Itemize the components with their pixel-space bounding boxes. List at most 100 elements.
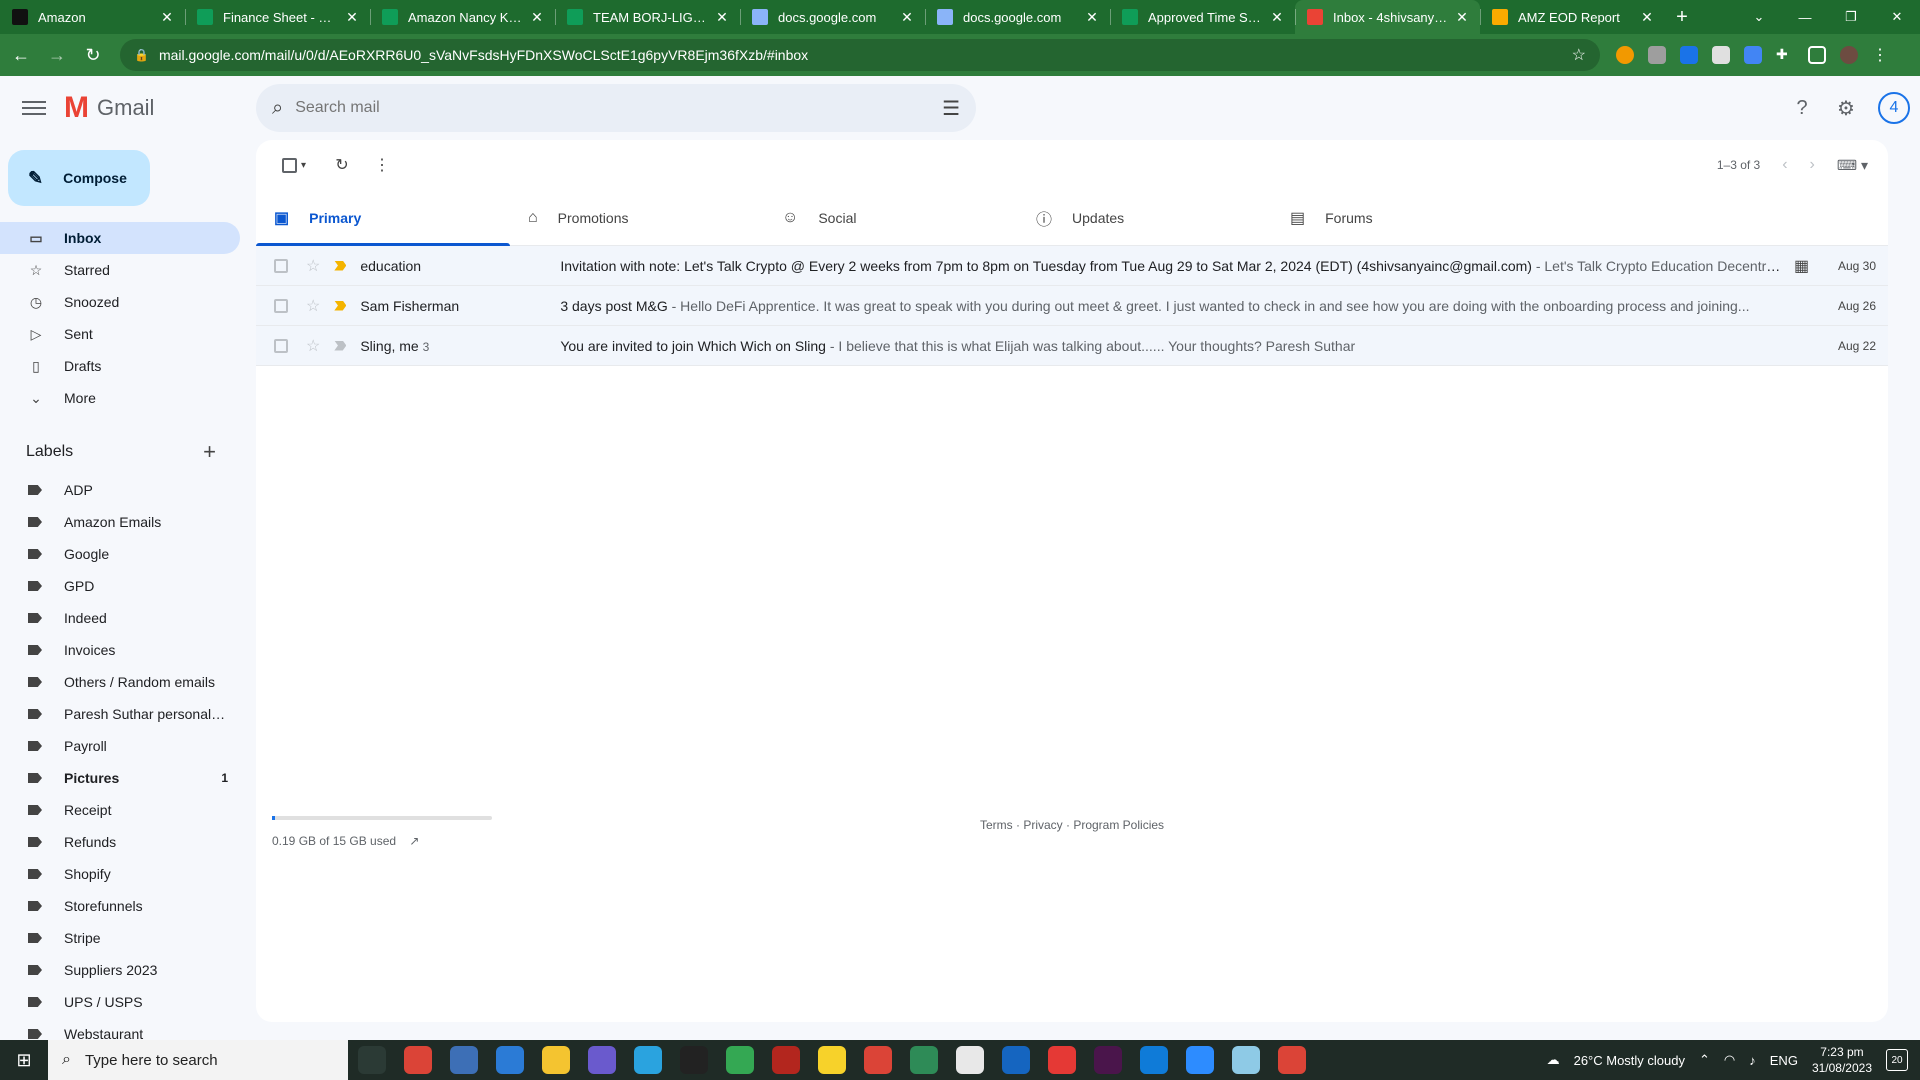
compose-button[interactable]: ✎ Compose xyxy=(8,150,150,206)
amazon-app-icon[interactable] xyxy=(680,1046,708,1074)
label-item[interactable]: ADP xyxy=(0,474,240,506)
minimize-button[interactable]: — xyxy=(1782,0,1828,34)
label-item[interactable]: Storefunnels xyxy=(0,890,240,922)
extension-icon[interactable] xyxy=(1712,46,1730,64)
label-item[interactable]: Indeed xyxy=(0,602,240,634)
sidebar-item-more[interactable]: ⌄ More xyxy=(0,382,240,414)
address-bar[interactable]: 🔒 mail.google.com/mail/u/0/d/AEoRXRR6U0_… xyxy=(120,39,1600,71)
notepad-icon[interactable] xyxy=(1232,1046,1260,1074)
browser-tab[interactable]: docs.google.com ✕ xyxy=(740,0,925,34)
close-tab-icon[interactable]: ✕ xyxy=(1639,9,1655,26)
browser-tab[interactable]: docs.google.com ✕ xyxy=(925,0,1110,34)
main-menu-icon[interactable] xyxy=(22,96,46,120)
importance-marker-icon[interactable] xyxy=(334,300,347,311)
close-tab-icon[interactable]: ✕ xyxy=(1269,9,1285,26)
slack-icon[interactable] xyxy=(1094,1046,1122,1074)
chrome-alt-icon[interactable] xyxy=(1278,1046,1306,1074)
extension-icon[interactable] xyxy=(1648,46,1666,64)
close-tab-icon[interactable]: ✕ xyxy=(344,9,360,26)
store-icon[interactable] xyxy=(496,1046,524,1074)
tab-promotions[interactable]: ⌂ Promotions xyxy=(510,190,764,245)
label-item[interactable]: Pictures 1 xyxy=(0,762,240,794)
side-panel-icon[interactable] xyxy=(1808,46,1826,64)
close-tab-icon[interactable]: ✕ xyxy=(899,9,915,26)
edge-icon[interactable] xyxy=(1140,1046,1168,1074)
label-item[interactable]: Receipt xyxy=(0,794,240,826)
label-item[interactable]: Stripe xyxy=(0,922,240,954)
star-icon[interactable]: ☆ xyxy=(306,336,320,356)
media-app-icon[interactable] xyxy=(588,1046,616,1074)
input-tools-icon[interactable]: ⌨ ▾ xyxy=(1837,157,1868,174)
importance-marker-icon[interactable] xyxy=(334,340,347,351)
label-item[interactable]: Others / Random emails xyxy=(0,666,240,698)
select-all-checkbox[interactable]: ▾ xyxy=(274,145,314,185)
telegram-icon[interactable] xyxy=(634,1046,662,1074)
todo-icon[interactable] xyxy=(956,1046,984,1074)
browser-tab[interactable]: Finance Sheet - a46 - G ✕ xyxy=(185,0,370,34)
search-icon[interactable]: ⌕ xyxy=(272,97,283,120)
clock[interactable]: 7:23 pm 31/08/2023 xyxy=(1812,1044,1872,1076)
sidebar-item-snoozed[interactable]: ◷ Snoozed xyxy=(0,286,240,318)
extension-icon[interactable] xyxy=(1744,46,1762,64)
tab-search-icon[interactable]: ⌄ xyxy=(1736,0,1782,34)
footer-links[interactable]: Terms · Privacy · Program Policies xyxy=(980,818,1164,832)
extension-icon[interactable] xyxy=(1680,46,1698,64)
label-item[interactable]: Amazon Emails xyxy=(0,506,240,538)
drive-icon[interactable] xyxy=(726,1046,754,1074)
star-icon[interactable]: ☆ xyxy=(306,296,320,316)
prev-page-icon[interactable]: ‹ xyxy=(1782,156,1787,174)
email-row[interactable]: ☆ education Invitation with note: Let's Ta… xyxy=(256,246,1888,286)
close-tab-icon[interactable]: ✕ xyxy=(529,9,545,26)
close-tab-icon[interactable]: ✕ xyxy=(159,9,175,26)
label-item[interactable]: Paresh Suthar personal ... xyxy=(0,698,240,730)
sticky-notes-icon[interactable] xyxy=(818,1046,846,1074)
browser-tab[interactable]: Amazon Nancy Kwan (✕ xyxy=(370,0,555,34)
tab-primary[interactable]: ▣ Primary xyxy=(256,190,510,246)
notification-center-icon[interactable]: 20 xyxy=(1886,1049,1908,1071)
file-explorer-icon[interactable] xyxy=(542,1046,570,1074)
label-item[interactable]: UPS / USPS xyxy=(0,986,240,1018)
create-label-button[interactable]: + xyxy=(203,439,216,465)
label-item[interactable]: Payroll xyxy=(0,730,240,762)
help-icon[interactable]: ? xyxy=(1790,96,1814,120)
red-app-icon[interactable] xyxy=(772,1046,800,1074)
taskbar-search[interactable]: ⌕ Type here to search xyxy=(48,1040,348,1080)
weather-text[interactable]: 26°C Mostly cloudy xyxy=(1574,1053,1685,1068)
browser-tab[interactable]: Approved Time Stamp ✕ xyxy=(1110,0,1295,34)
search-input[interactable] xyxy=(295,99,896,117)
check-app-icon[interactable] xyxy=(1048,1046,1076,1074)
search-options-icon[interactable]: ☰ xyxy=(942,96,960,121)
email-checkbox[interactable] xyxy=(274,258,288,273)
new-tab-button[interactable]: + xyxy=(1665,0,1699,34)
forward-button[interactable]: → xyxy=(42,40,72,70)
open-storage-icon[interactable]: ↗ xyxy=(409,834,419,848)
label-item[interactable]: Suppliers 2023 xyxy=(0,954,240,986)
more-actions-icon[interactable]: ⋮ xyxy=(362,145,402,185)
puzzle-icon[interactable]: ✚ xyxy=(1776,46,1794,64)
account-avatar[interactable]: 4 xyxy=(1878,92,1910,124)
close-tab-icon[interactable]: ✕ xyxy=(714,9,730,26)
weather-icon[interactable]: ☁ xyxy=(1547,1052,1560,1068)
close-tab-icon[interactable]: ✕ xyxy=(1454,9,1470,26)
label-item[interactable]: Shopify xyxy=(0,858,240,890)
volume-icon[interactable]: ♪ xyxy=(1749,1053,1756,1068)
browser-tab[interactable]: Amazon ✕ xyxy=(0,0,185,34)
calendar-icon[interactable]: ▦ xyxy=(1794,256,1812,276)
importance-marker-icon[interactable] xyxy=(334,260,347,271)
gmail-logo[interactable]: M Gmail xyxy=(64,91,154,125)
email-row[interactable]: ☆ Sling, me 3 You are invited to join Whic… xyxy=(256,326,1888,366)
email-row[interactable]: ☆ Sam Fisherman 3 days post M&G - Hello De… xyxy=(256,286,1888,326)
settings-gear-icon[interactable]: ⚙ xyxy=(1834,96,1858,120)
bookmark-star-icon[interactable]: ☆ xyxy=(1572,45,1586,65)
email-checkbox[interactable] xyxy=(274,298,288,313)
back-button[interactable]: ← xyxy=(6,40,36,70)
sidebar-item-inbox[interactable]: ▭ Inbox xyxy=(0,222,240,254)
restore-button[interactable]: ❐ xyxy=(1828,0,1874,34)
reload-button[interactable]: ↻ xyxy=(78,40,108,70)
r-app-icon[interactable] xyxy=(1002,1046,1030,1074)
tab-updates[interactable]: ⓘ Updates xyxy=(1018,190,1272,245)
profile-avatar[interactable] xyxy=(1840,46,1858,64)
label-item[interactable]: Invoices xyxy=(0,634,240,666)
network-icon[interactable]: ◠ xyxy=(1724,1052,1735,1068)
label-item[interactable]: Google xyxy=(0,538,240,570)
